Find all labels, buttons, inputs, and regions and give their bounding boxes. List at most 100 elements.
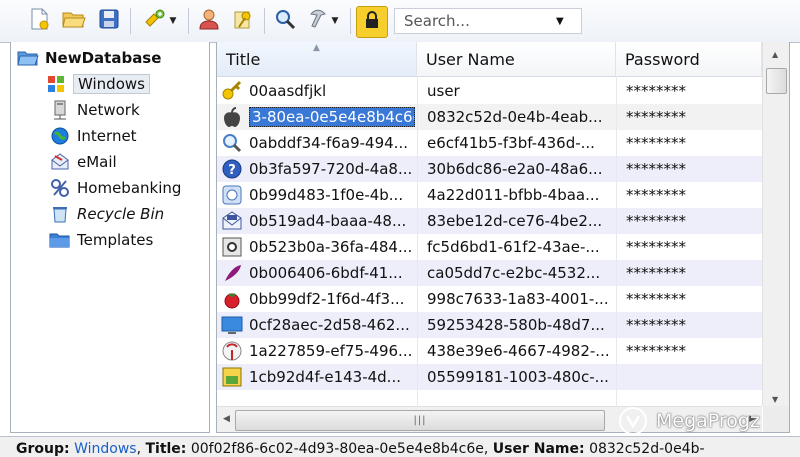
open-database-button[interactable] — [58, 6, 90, 36]
chevron-down-icon: ▼ — [331, 16, 339, 26]
entry-user-name: 83ebe12d-ce76-4be2... — [427, 212, 603, 230]
status-user-value: 0832c52d-0e4b- — [589, 441, 705, 457]
copy-username-button[interactable] — [194, 6, 224, 36]
save-database-button[interactable] — [94, 6, 124, 36]
copy-username-icon — [198, 8, 220, 34]
table-row[interactable]: 0b006406-6bdf-41... ca05dd7c-e2bc-4532...… — [217, 260, 762, 286]
column-header-title[interactable]: ▲ Title — [217, 42, 417, 76]
table-row[interactable]: 3-80ea-0e5e4e8b4c6e 0832c52d-0e4b-4eab...… — [217, 104, 762, 130]
tree-item-internet[interactable]: Internet — [49, 124, 137, 148]
cell-title: 0b523b0a-36fa-484... — [221, 234, 415, 260]
entry-password: ******** — [626, 316, 686, 334]
vertical-scrollbar[interactable]: ▲ ▼ — [762, 42, 789, 406]
cell-title: 0abddf34-f6a9-494... — [221, 130, 415, 156]
tree-item-label: Homebanking — [77, 179, 182, 197]
tree-item-label: Internet — [77, 127, 137, 145]
mail-envelope-icon — [221, 210, 243, 232]
tree-item-label: Network — [77, 101, 140, 119]
homebanking-icon — [49, 178, 71, 198]
cell-title: 0b006406-6bdf-41... — [221, 260, 415, 286]
disc-icon — [221, 184, 243, 206]
watermark-text: MegaProgz — [656, 410, 760, 432]
cell-title: 0cf28aec-2d58-462... — [221, 312, 415, 338]
table-row[interactable]: 0abddf34-f6a9-494... e6cf41b5-f3bf-436d-.… — [217, 130, 762, 156]
cell-title: 1a227859-ef75-496... — [221, 338, 415, 364]
table-row[interactable]: 0b99d483-1f0e-4b... 4a22d011-bfbb-4baa...… — [217, 182, 762, 208]
cell-title: 0b99d483-1f0e-4b... — [221, 182, 415, 208]
entry-user-name: 05599181-1003-480c-... — [427, 368, 609, 386]
open-database-icon — [62, 9, 86, 33]
tree-root-label: NewDatabase — [45, 49, 162, 67]
table-row[interactable]: 0bb99df2-1f6d-4f3... 998c7633-1a83-4001-.… — [217, 286, 762, 312]
tomato-icon — [221, 288, 243, 310]
new-database-button[interactable] — [24, 6, 54, 36]
add-entry-button[interactable]: ▼ — [136, 6, 182, 36]
table-row[interactable]: 00aasdfjkl user ******** — [217, 78, 762, 104]
find-button[interactable] — [270, 6, 300, 36]
status-title-label: Title: — [145, 441, 187, 457]
status-group-label: Group: — [16, 441, 70, 457]
status-user-label: User Name: — [492, 441, 585, 457]
cell-title: 0b519ad4-baaa-48... — [221, 208, 415, 234]
copy-password-button[interactable] — [228, 6, 258, 36]
entry-title: 0b006406-6bdf-41... — [249, 264, 403, 282]
entry-user-name: 4a22d011-bfbb-4baa... — [427, 186, 600, 204]
column-header-label: Password — [625, 49, 700, 69]
save-database-icon — [98, 8, 120, 34]
search-input[interactable] — [402, 11, 556, 31]
tree-item-network[interactable]: Network — [49, 98, 140, 122]
help-icon: ? — [221, 158, 243, 180]
horizontal-scroll-thumb[interactable]: ||| — [235, 410, 605, 431]
column-header-password[interactable]: Password — [616, 42, 762, 76]
search-box[interactable]: ▼ — [394, 8, 582, 34]
tree-item-label: Windows — [73, 74, 150, 94]
scroll-left-icon[interactable]: ◀ — [223, 414, 230, 424]
new-database-icon — [29, 8, 49, 34]
recycle-bin-icon — [49, 204, 71, 224]
entry-password: ******** — [626, 186, 686, 204]
table-row[interactable]: 0b519ad4-baaa-48... 83ebe12d-ce76-4be2...… — [217, 208, 762, 234]
lock-workspace-button[interactable] — [356, 6, 388, 38]
find-icon — [274, 8, 296, 34]
entry-password: ******** — [626, 264, 686, 282]
entry-title: 0abddf34-f6a9-494... — [249, 134, 408, 152]
table-row[interactable]: 1cb92d4f-e143-4d... 05599181-1003-480c-..… — [217, 364, 762, 390]
entry-password: ******** — [626, 82, 686, 100]
antenna-icon — [221, 340, 243, 362]
scroll-up-icon[interactable]: ▲ — [772, 50, 778, 59]
tree-item-homebanking[interactable]: Homebanking — [49, 176, 181, 200]
add-entry-icon — [142, 8, 168, 34]
scroll-down-icon[interactable]: ▼ — [772, 395, 778, 404]
tree-item-recycle-bin[interactable]: Recycle Bin — [49, 202, 164, 226]
status-bar: Group: Windows, Title: 00f02f86-6c02-4d9… — [0, 436, 800, 457]
tools-button[interactable]: ▼ — [304, 6, 342, 36]
internet-globe-icon — [49, 126, 71, 146]
search-dropdown-chevron-icon[interactable]: ▼ — [556, 16, 564, 27]
table-row[interactable]: 0cf28aec-2d58-462... 59253428-580b-48d7..… — [217, 312, 762, 338]
table-row[interactable]: ? 0b3fa597-720d-4a8... 30b6dc86-e2a0-48a6.… — [217, 156, 762, 182]
tree-item-templates[interactable]: Templates — [49, 228, 153, 252]
watermark-logo-icon — [619, 407, 647, 435]
tree-root-newdatabase[interactable]: NewDatabase — [17, 46, 161, 70]
entry-user-name: ca05dd7c-e2bc-4532... — [427, 264, 601, 282]
entry-title: 0bb99df2-1f6d-4f3... — [249, 290, 405, 308]
lock-workspace-icon — [363, 10, 381, 34]
column-header-row: ▲ Title User Name Password — [217, 42, 762, 77]
email-icon — [49, 152, 71, 172]
tree-item-windows[interactable]: Windows — [45, 72, 150, 96]
tree-item-label: Templates — [77, 231, 154, 249]
column-header-label: Title — [226, 49, 261, 69]
cell-title: 1cb92d4f-e143-4d... — [221, 364, 415, 390]
entry-title: 0b3fa597-720d-4a8... — [249, 160, 413, 178]
entry-title: 0cf28aec-2d58-462... — [249, 316, 410, 334]
tree-item-email[interactable]: eMail — [49, 150, 117, 174]
table-row[interactable]: 1a227859-ef75-496... 438e39e6-4667-4982-.… — [217, 338, 762, 364]
status-group-value[interactable]: Windows — [74, 441, 137, 457]
entry-password: ******** — [626, 160, 686, 178]
table-row[interactable]: 0b523b0a-36fa-484... fc5d6bd1-61f2-43ae-.… — [217, 234, 762, 260]
vertical-scroll-thumb[interactable] — [766, 68, 787, 94]
entry-password: ******** — [626, 212, 686, 230]
entry-list: ▲ Title User Name Password 00aasdfjkl use… — [216, 42, 790, 433]
column-header-user-name[interactable]: User Name — [417, 42, 616, 76]
tree-item-label: eMail — [77, 153, 117, 171]
